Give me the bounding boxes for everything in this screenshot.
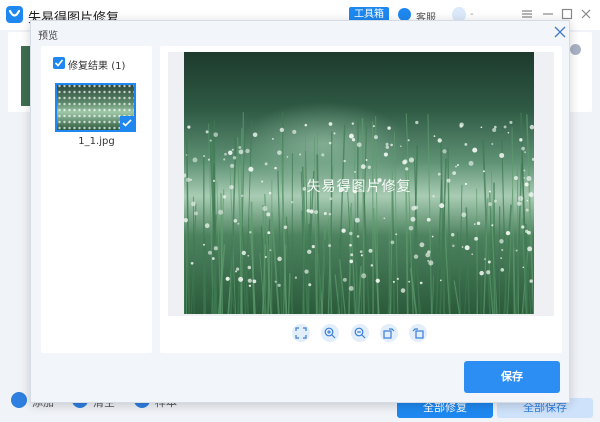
rotate-left-icon[interactable] [409, 324, 427, 342]
thumbnail-check-icon[interactable] [120, 116, 134, 130]
thumbnail-file-name: 1_1.jpg [78, 136, 115, 147]
fit-screen-icon[interactable] [292, 324, 310, 342]
window-close-icon[interactable] [580, 8, 592, 20]
rotate-right-icon[interactable] [380, 324, 398, 342]
result-label: 修复结果 (1) [68, 61, 126, 72]
save-button[interactable]: 保存 [464, 361, 560, 393]
zoom-in-icon[interactable] [321, 324, 339, 342]
dialog-close-icon[interactable] [551, 23, 569, 41]
remove-file-icon[interactable] [570, 44, 581, 55]
dialog-title: 预览 [38, 31, 58, 42]
menu-icon[interactable] [521, 8, 533, 20]
preview-panel: 失易得图片修复 [160, 46, 562, 353]
preview-frame: 失易得图片修复 [168, 52, 554, 316]
add-icon[interactable] [11, 392, 27, 408]
preview-dialog: 预览 修复结果 (1) 1_1.jpg 失易得图片修复 保存 [30, 20, 570, 403]
select-all-checkbox[interactable] [53, 57, 65, 69]
preview-watermark: 失易得图片修复 [306, 179, 412, 195]
user-dropdown-label[interactable]: - [470, 9, 474, 20]
preview-image: 失易得图片修复 [184, 52, 534, 314]
maximize-icon[interactable] [561, 8, 573, 20]
app-logo-icon [6, 6, 23, 23]
result-thumbnail[interactable] [55, 83, 136, 132]
result-list-panel: 修复结果 (1) 1_1.jpg [41, 46, 152, 353]
zoom-out-icon[interactable] [351, 324, 369, 342]
result-count: (1) [111, 61, 126, 72]
minimize-icon[interactable] [542, 8, 554, 20]
